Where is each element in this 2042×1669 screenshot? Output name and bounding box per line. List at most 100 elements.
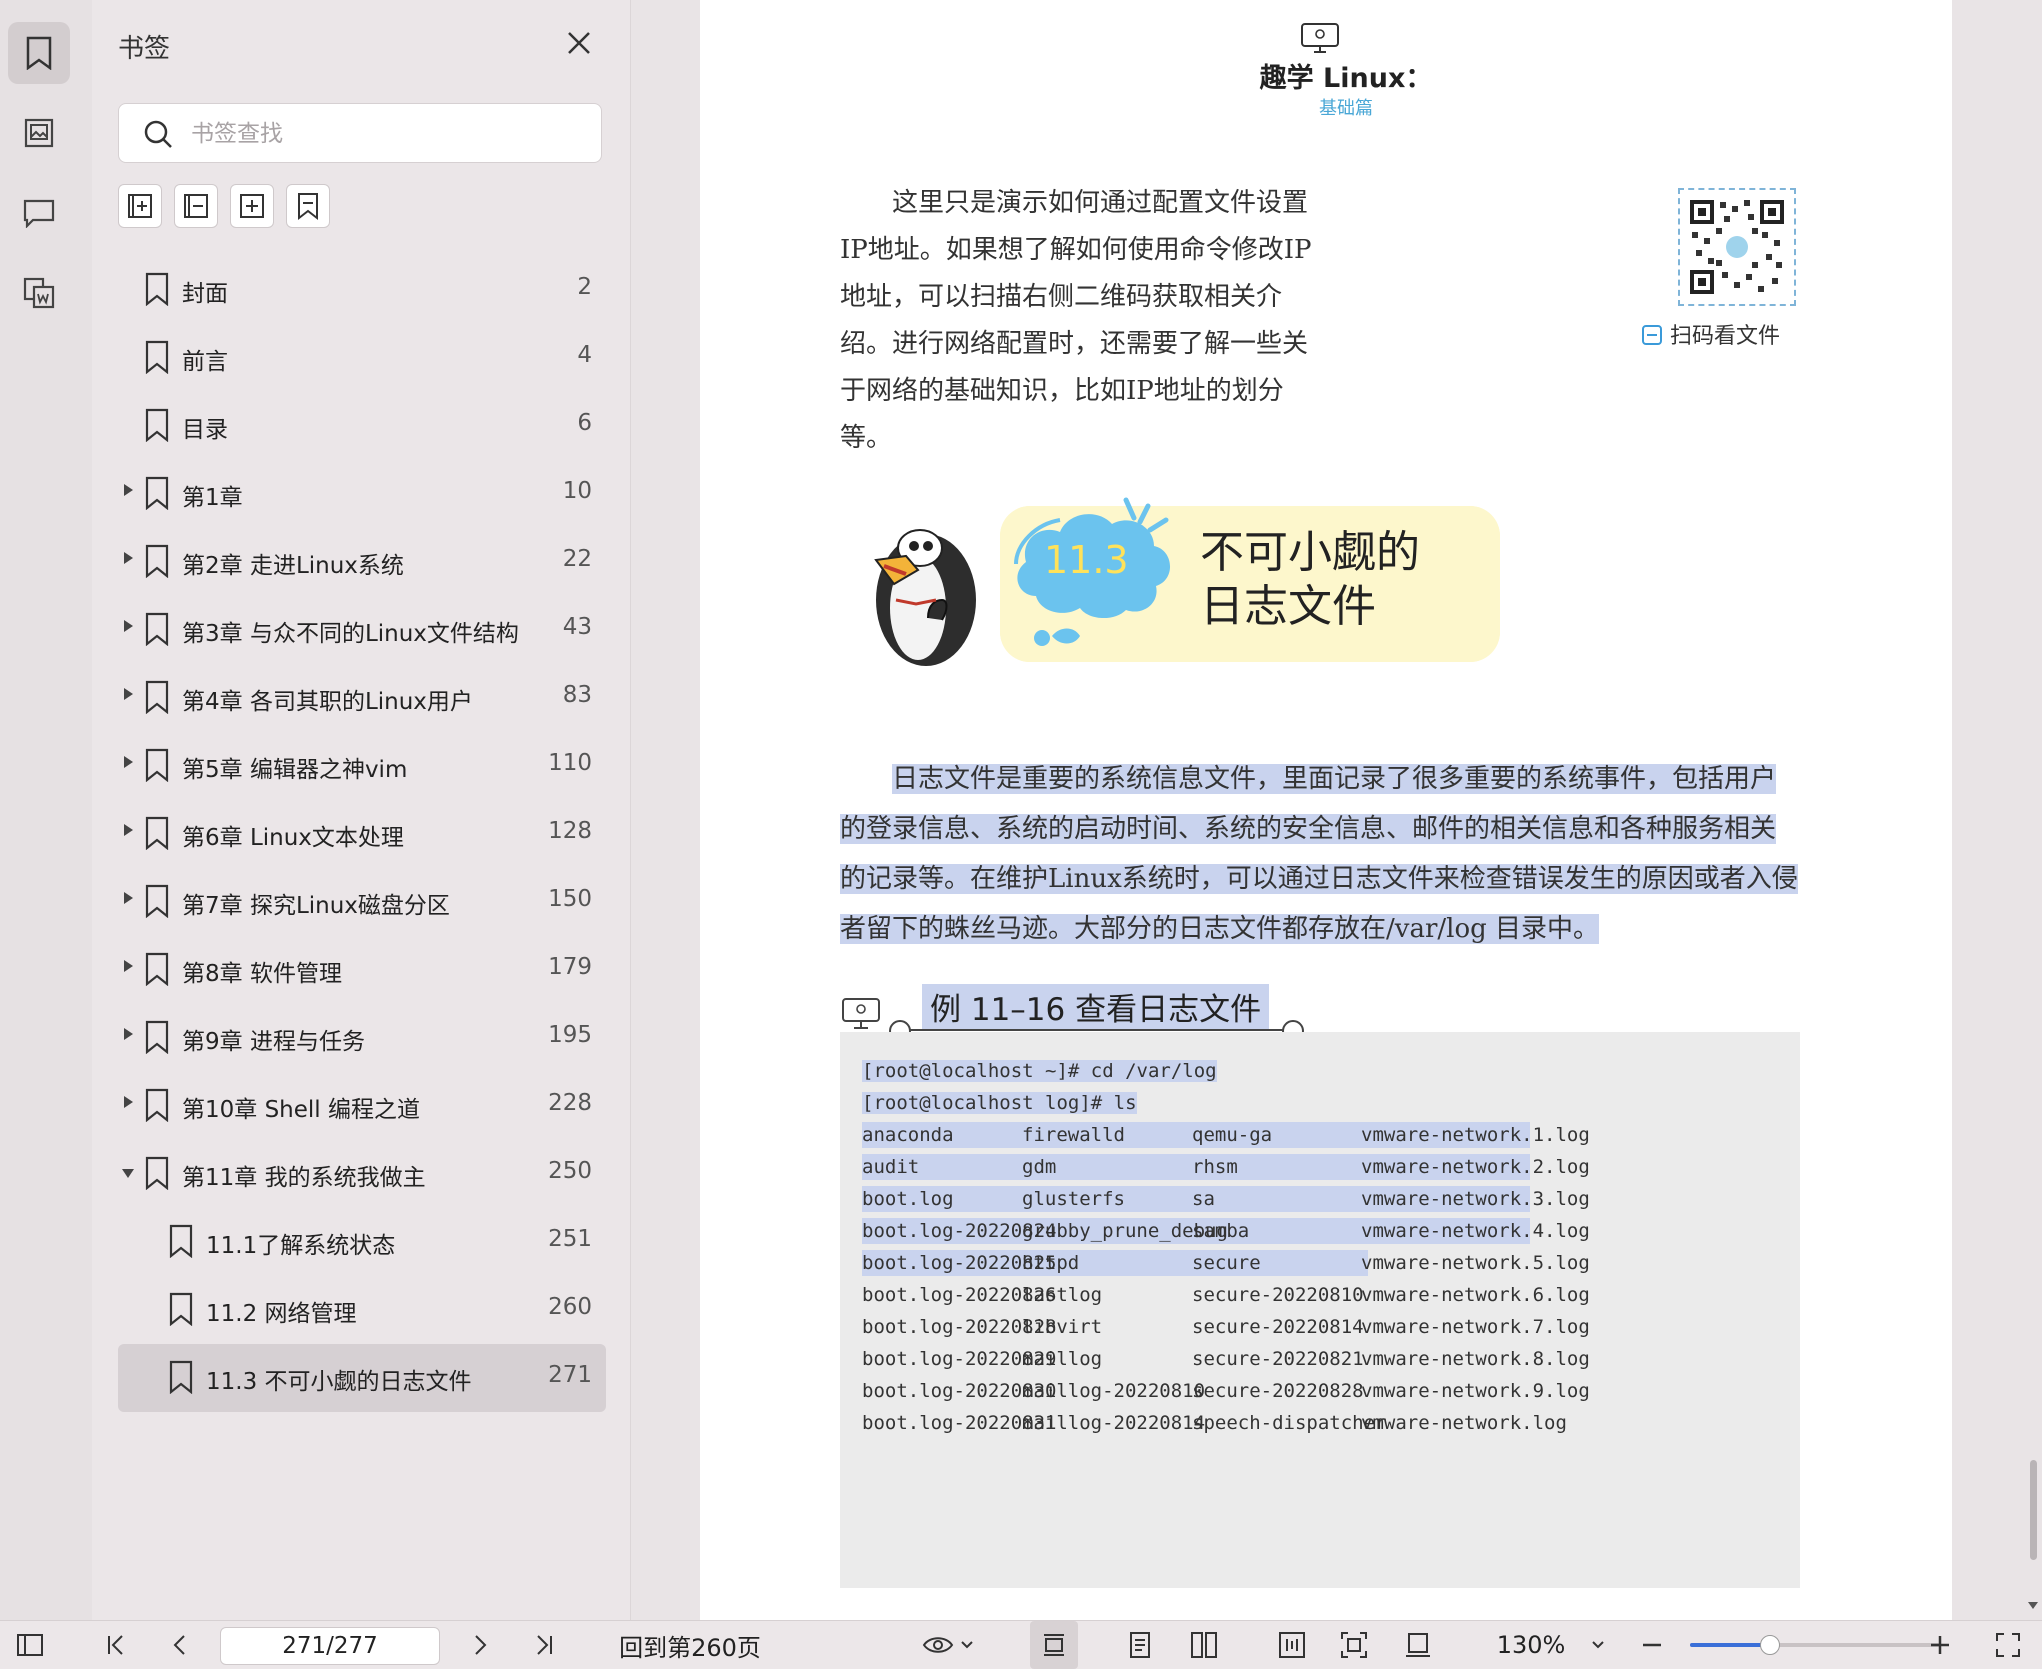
- chevron-right-icon[interactable]: [124, 756, 133, 768]
- bookmark-item[interactable]: 第2章 走进Linux系统 22: [118, 528, 606, 596]
- bookmark-page-number: 260: [548, 1294, 592, 1320]
- fit-page-button[interactable]: [1330, 1621, 1378, 1669]
- zoom-out-button[interactable]: [1636, 1621, 1668, 1669]
- bookmark-item[interactable]: 第8章 软件管理 179: [118, 936, 606, 1004]
- chevron-right-icon[interactable]: [124, 824, 133, 836]
- code-cell: vmware-network.5.log: [1361, 1252, 1590, 1274]
- zoom-level[interactable]: 130%: [1486, 1621, 1576, 1669]
- bookmark-icon: [145, 884, 169, 918]
- bookmark-item[interactable]: 第4章 各司其职的Linux用户 83: [118, 664, 606, 732]
- bookmark-item[interactable]: 前言 4: [118, 324, 606, 392]
- fit-page-icon: [1341, 1632, 1367, 1658]
- bookmark-page-number: 150: [548, 886, 592, 912]
- chevron-right-icon[interactable]: [124, 1096, 133, 1108]
- eye-icon: [922, 1637, 954, 1653]
- code-command[interactable]: [root@localhost log]# ls: [862, 1092, 1137, 1114]
- bookmark-panel-button[interactable]: [8, 22, 70, 84]
- rotate-button[interactable]: [1394, 1621, 1442, 1669]
- chevron-right-icon[interactable]: [124, 688, 133, 700]
- bookmark-page-number: 271: [548, 1362, 592, 1388]
- chevron-right-icon[interactable]: [124, 552, 133, 564]
- back-to-page-button[interactable]: 回到第260页: [610, 1621, 770, 1669]
- two-page-icon: [1191, 1632, 1217, 1658]
- bookmark-item[interactable]: 第7章 探究Linux磁盘分区 150: [118, 868, 606, 936]
- bookmark-item[interactable]: 第3章 与众不同的Linux文件结构 43: [118, 596, 606, 664]
- code-row: boot.log-20220824 grubby_prune_debug samba…: [862, 1218, 1590, 1246]
- bookmark-icon: [145, 544, 169, 578]
- first-page-button[interactable]: [96, 1621, 136, 1669]
- comment-panel-button[interactable]: [8, 182, 70, 244]
- last-page-icon: [537, 1635, 552, 1655]
- vertical-scrollbar[interactable]: [2030, 1460, 2037, 1560]
- code-cell: rhsm: [1192, 1156, 1238, 1178]
- fit-width-button[interactable]: [1268, 1621, 1316, 1669]
- panel-title: 书签: [118, 34, 171, 64]
- zoom-dropdown-button[interactable]: [1584, 1621, 1612, 1669]
- code-cell: httpd: [1022, 1252, 1080, 1274]
- bookmark-item[interactable]: 第6章 Linux文本处理 128: [118, 800, 606, 868]
- two-page-button[interactable]: [1180, 1621, 1228, 1669]
- thumbnail-panel-button[interactable]: [8, 102, 70, 164]
- chevron-right-icon[interactable]: [124, 484, 133, 496]
- bookmark-item[interactable]: 11.1了解系统状态 251: [118, 1208, 606, 1276]
- bookmark-list: 封面 2 前言 4 目录 6 第1章 10 第2章 走进Linux系统 22 第3章 与众不同的Li…: [118, 256, 606, 1412]
- toggle-sidebar-button[interactable]: [10, 1621, 50, 1669]
- code-cell: lastlog: [1022, 1284, 1103, 1306]
- chevron-right-icon[interactable]: [124, 960, 133, 972]
- qr-caption: 扫码看文件: [1640, 318, 1780, 350]
- zoom-slider[interactable]: [1690, 1635, 1940, 1655]
- chevron-right-icon[interactable]: [124, 620, 133, 632]
- bookmark-item[interactable]: 第1章 10: [118, 460, 606, 528]
- bookmark-item[interactable]: 目录 6: [118, 392, 606, 460]
- code-cell: sa: [1192, 1188, 1215, 1210]
- single-page-button[interactable]: [1116, 1621, 1164, 1669]
- bookmark-label: 第9章 进程与任务: [182, 1029, 365, 1055]
- code-cell: vmware-network.3.log: [1361, 1188, 1590, 1210]
- bookmark-icon: [145, 680, 169, 714]
- bookmark-item[interactable]: 第5章 编辑器之神vim 110: [118, 732, 606, 800]
- bookmark-label: 11.1了解系统状态: [206, 1233, 396, 1259]
- bookmark-icon: [145, 952, 169, 986]
- book-subtitle: 基础篇: [1319, 98, 1373, 119]
- prev-page-button[interactable]: [160, 1621, 200, 1669]
- next-page-button[interactable]: [460, 1621, 500, 1669]
- bookmark-page-number: 10: [562, 478, 592, 504]
- add-bookmark-button[interactable]: [230, 184, 274, 228]
- code-cell: audit: [862, 1156, 920, 1178]
- bookmark-item[interactable]: 11.2 网络管理 260: [118, 1276, 606, 1344]
- bookmark-item[interactable]: 第9章 进程与任务 195: [118, 1004, 606, 1072]
- code-cell: secure-20220814: [1192, 1316, 1364, 1338]
- close-panel-button[interactable]: [564, 28, 594, 58]
- icon-rail: [0, 0, 93, 1620]
- fullscreen-button[interactable]: [1988, 1621, 2028, 1669]
- bookmark-options-button[interactable]: [286, 184, 330, 228]
- bookmark-search-input[interactable]: [189, 114, 583, 154]
- bookmark-item[interactable]: 第11章 我的系统我做主 250: [118, 1140, 606, 1208]
- zoom-in-button[interactable]: [1924, 1621, 1956, 1669]
- example-title[interactable]: 例 11–16 查看日志文件: [922, 984, 1270, 1029]
- chevron-right-icon[interactable]: [124, 892, 133, 904]
- code-command[interactable]: [root@localhost ~]# cd /var/log: [862, 1060, 1217, 1082]
- zoom-slider-knob[interactable]: [1760, 1635, 1780, 1655]
- chevron-down-icon[interactable]: [122, 1169, 134, 1178]
- page-number-input[interactable]: 271/277: [220, 1627, 440, 1665]
- bookmark-item[interactable]: 第10章 Shell 编程之道 228: [118, 1072, 606, 1140]
- chevron-right-icon[interactable]: [124, 1028, 133, 1040]
- qr-code[interactable]: [1678, 188, 1796, 306]
- collapse-all-button[interactable]: [174, 184, 218, 228]
- view-mode-dropdown[interactable]: [918, 1621, 978, 1669]
- expand-all-button[interactable]: [118, 184, 162, 228]
- continuous-scroll-button[interactable]: [1030, 1621, 1078, 1669]
- attachment-panel-button[interactable]: [8, 262, 70, 324]
- code-cell: vmware-network.2.log: [1361, 1156, 1590, 1178]
- bookmark-label: 目录: [182, 417, 228, 443]
- selected-text[interactable]: 日志文件是重要的系统信息文件，里面记录了很多重要的系统事件，包括用户的登录信息、…: [840, 764, 1798, 944]
- scroll-down-arrow-icon[interactable]: [2028, 1602, 2038, 1609]
- last-page-button[interactable]: [524, 1621, 564, 1669]
- penguin-mascot-icon: [874, 529, 976, 666]
- bookmark-label: 第5章 编辑器之神vim: [182, 757, 408, 783]
- comment-icon: [23, 199, 55, 228]
- code-row: boot.log-20220829 maillog secure-20220821 v…: [862, 1348, 1590, 1374]
- bookmark-item[interactable]: 11.3 不可小觑的日志文件 271: [118, 1344, 606, 1412]
- bookmark-item[interactable]: 封面 2: [118, 256, 606, 324]
